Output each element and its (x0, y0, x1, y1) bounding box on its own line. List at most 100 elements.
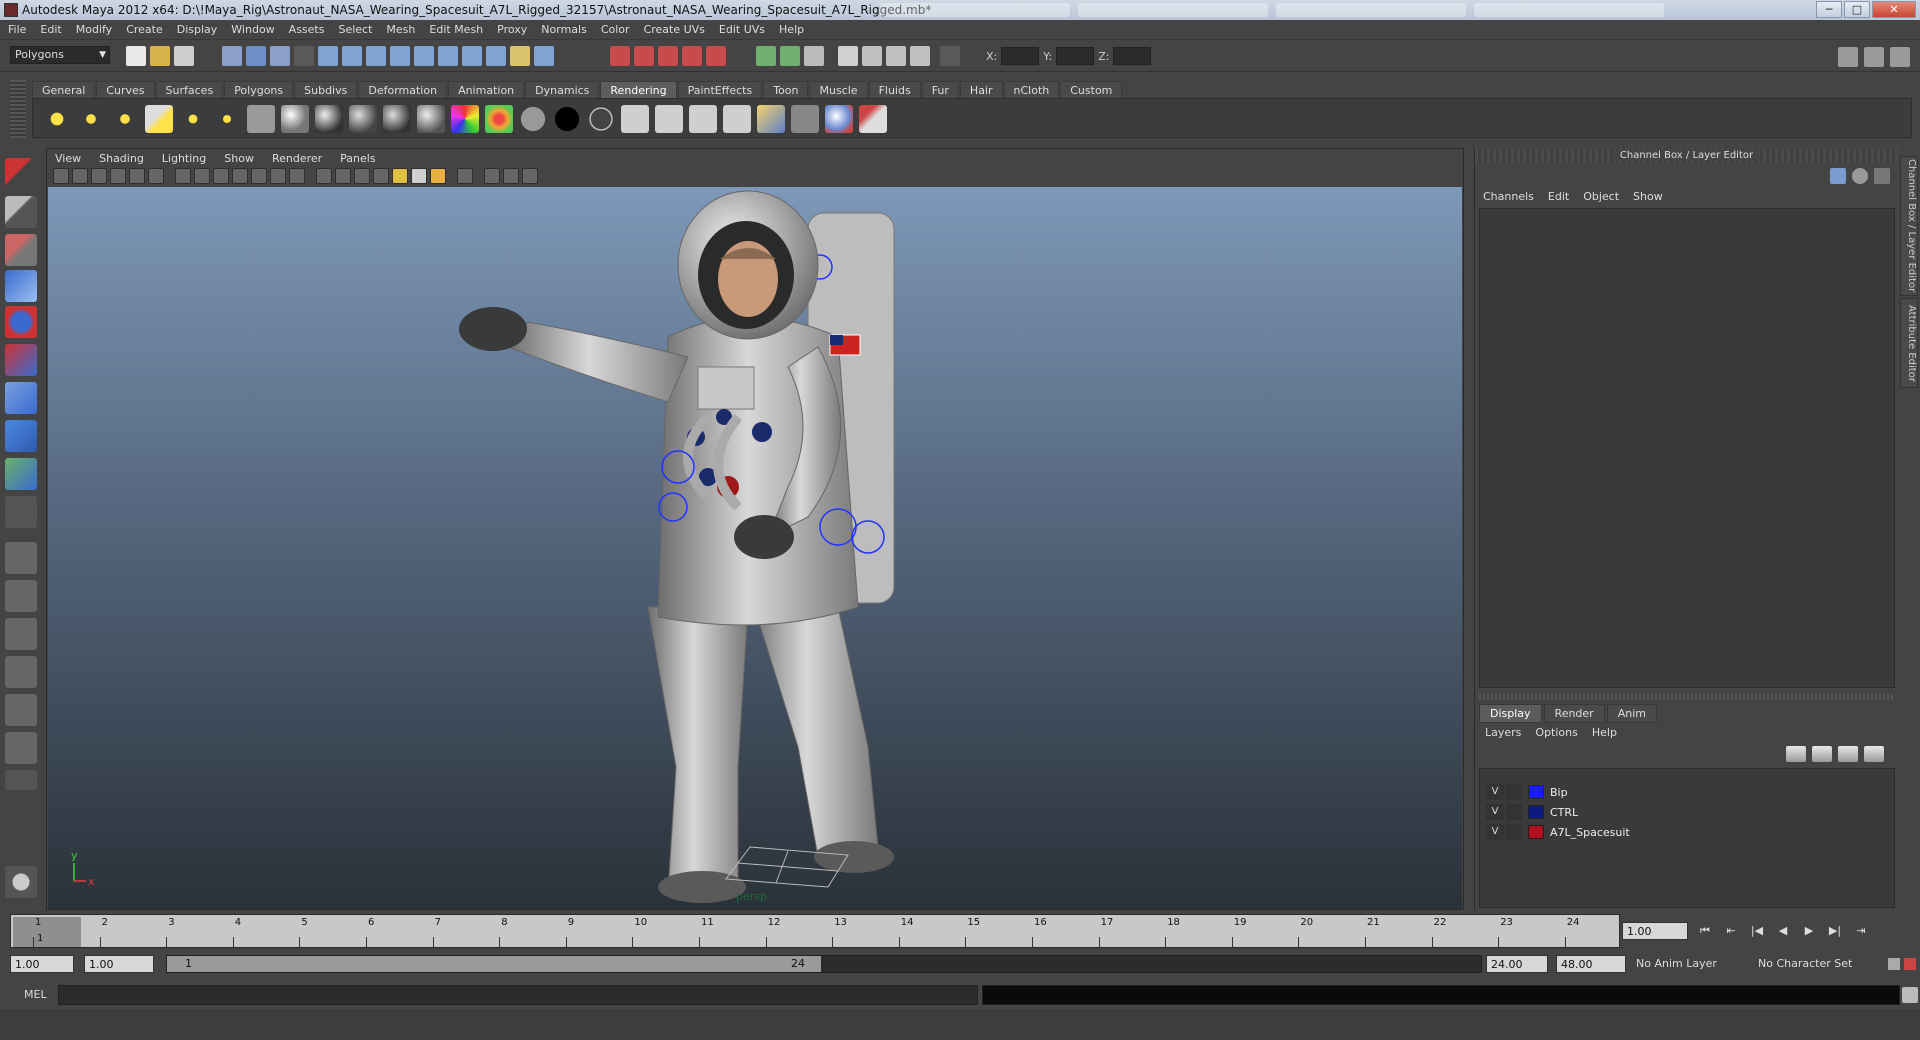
xray-icon[interactable] (484, 168, 500, 184)
mental-ray-icon[interactable] (5, 866, 37, 898)
maximize-button[interactable]: □ (1844, 1, 1870, 18)
go-to-end-button[interactable]: ⇥ (1852, 922, 1870, 940)
use-all-lights-icon[interactable] (411, 168, 427, 184)
select-object-icon[interactable] (246, 46, 266, 66)
spot-light-icon[interactable] (145, 105, 173, 133)
tab-animation[interactable]: Animation (448, 81, 525, 98)
directional-light-icon[interactable] (77, 105, 105, 133)
mask-surfaces-icon[interactable] (390, 46, 410, 66)
menu-file[interactable]: File (8, 23, 26, 36)
render-layer-icon[interactable] (791, 105, 819, 133)
mask-dynamics-icon[interactable] (438, 46, 458, 66)
layer-display-type-toggle[interactable] (1506, 804, 1522, 820)
select-tool-icon[interactable] (5, 158, 37, 190)
tab-render-layers[interactable]: Render (1543, 704, 1605, 723)
smooth-shade-icon[interactable] (335, 168, 351, 184)
channel-layer-splitter[interactable] (1479, 694, 1895, 700)
hypershade-icon[interactable] (757, 105, 785, 133)
panel-menu-renderer[interactable]: Renderer (272, 152, 322, 165)
tab-surfaces[interactable]: Surfaces (155, 81, 224, 98)
make-live-icon[interactable] (706, 46, 726, 66)
animation-end-field[interactable]: 48.00 (1556, 955, 1626, 973)
maya-app-icon[interactable] (4, 3, 18, 17)
backface-culling-icon[interactable] (522, 168, 538, 184)
construction-history-icon[interactable] (804, 46, 824, 66)
play-forwards-button[interactable]: ▶ (1800, 922, 1818, 940)
panel-menu-show[interactable]: Show (224, 152, 254, 165)
snap-view-plane-icon[interactable] (682, 46, 702, 66)
shadows-icon[interactable] (430, 168, 446, 184)
command-input[interactable] (58, 985, 978, 1005)
time-slider[interactable]: 1 1 2 3 4 5 6 7 8 9 10 11 12 13 14 15 16 17 18 19 20 21 22 23 2… (10, 914, 1620, 948)
menu-edit-uvs[interactable]: Edit UVs (719, 23, 765, 36)
tab-polygons[interactable]: Polygons (224, 81, 294, 98)
output-ops-icon[interactable] (780, 46, 800, 66)
cb-menu-channels[interactable]: Channels (1483, 190, 1534, 203)
current-frame-field[interactable]: 1.00 (1622, 922, 1688, 940)
layer-row-bip[interactable]: V Bip (1480, 783, 1894, 801)
tab-hair[interactable]: Hair (959, 81, 1003, 98)
tab-curves[interactable]: Curves (96, 81, 155, 98)
menu-window[interactable]: Window (231, 23, 274, 36)
layout-graph-icon[interactable] (5, 656, 37, 688)
wireframe-on-shaded-icon[interactable] (354, 168, 370, 184)
universal-manipulator-icon[interactable] (5, 382, 37, 414)
wireframe-icon[interactable] (316, 168, 332, 184)
playback-start-field[interactable]: 1.00 (84, 955, 154, 973)
menu-edit-mesh[interactable]: Edit Mesh (429, 23, 483, 36)
move-layer-down-icon[interactable] (1812, 746, 1832, 762)
tab-dynamics[interactable]: Dynamics (525, 81, 600, 98)
camera-attributes-icon[interactable] (72, 168, 88, 184)
layout-four-icon[interactable] (5, 580, 37, 612)
layer-row-a7l-spacesuit[interactable]: V A7L_Spacesuit (1480, 823, 1894, 841)
isolate-select-icon[interactable] (457, 168, 473, 184)
layout-outliner-icon[interactable] (5, 618, 37, 650)
ipr-render-icon[interactable] (886, 46, 906, 66)
playback-end-field[interactable]: 24.00 (1486, 955, 1548, 973)
grid-toggle-icon[interactable] (175, 168, 191, 184)
render-current-icon[interactable] (621, 105, 649, 133)
snap-grid-icon[interactable] (610, 46, 630, 66)
grease-pencil-icon[interactable] (148, 168, 164, 184)
batch-render-icon[interactable] (689, 105, 717, 133)
tab-rendering[interactable]: Rendering (600, 81, 677, 98)
range-handle[interactable]: 1 24 (167, 956, 821, 972)
menu-normals[interactable]: Normals (541, 23, 587, 36)
save-scene-icon[interactable] (174, 46, 194, 66)
go-to-start-button[interactable]: ⏮ (1696, 922, 1714, 940)
panel-menu-panels[interactable]: Panels (340, 152, 375, 165)
lasso-tool-icon[interactable] (5, 196, 37, 228)
layer-name[interactable]: CTRL (1550, 806, 1578, 819)
menu-select[interactable]: Select (338, 23, 372, 36)
safe-title-icon[interactable] (289, 168, 305, 184)
step-back-frame-button[interactable]: |◀ (1748, 922, 1766, 940)
point-light-icon[interactable] (111, 105, 139, 133)
layer-name[interactable]: Bip (1550, 786, 1568, 799)
use-background-icon[interactable] (553, 105, 581, 133)
tab-display-layers[interactable]: Display (1479, 704, 1542, 723)
snap-curve-icon[interactable] (634, 46, 654, 66)
show-attribute-editor-icon[interactable] (1838, 47, 1858, 67)
render-view-icon[interactable] (838, 46, 858, 66)
snap-point-icon[interactable] (658, 46, 678, 66)
paint-tool-icon[interactable] (859, 105, 887, 133)
show-tool-settings-icon[interactable] (1864, 47, 1884, 67)
side-tab-attribute-editor[interactable]: Attribute Editor (1900, 298, 1918, 388)
side-tab-channel-box[interactable]: Channel Box / Layer Editor (1900, 156, 1918, 296)
highlight-selection-icon[interactable] (534, 46, 554, 66)
key-selected-icon[interactable] (1830, 168, 1846, 184)
channel-list-area[interactable] (1479, 208, 1895, 688)
render-view-window-icon[interactable] (723, 105, 751, 133)
xray-joints-icon[interactable] (503, 168, 519, 184)
y-field[interactable] (1056, 47, 1095, 65)
tab-toon[interactable]: Toon (763, 81, 809, 98)
menu-mesh[interactable]: Mesh (386, 23, 415, 36)
move-layer-up-icon[interactable] (1786, 746, 1806, 762)
range-bar[interactable]: 1 24 (166, 955, 1482, 973)
layer-visibility-toggle[interactable]: V (1486, 824, 1504, 840)
menu-modify[interactable]: Modify (76, 23, 112, 36)
layer-display-type-toggle[interactable] (1506, 824, 1522, 840)
command-language-toggle[interactable]: MEL (24, 988, 47, 1001)
ambient-light-icon[interactable] (43, 105, 71, 133)
tab-fluids[interactable]: Fluids (868, 81, 921, 98)
